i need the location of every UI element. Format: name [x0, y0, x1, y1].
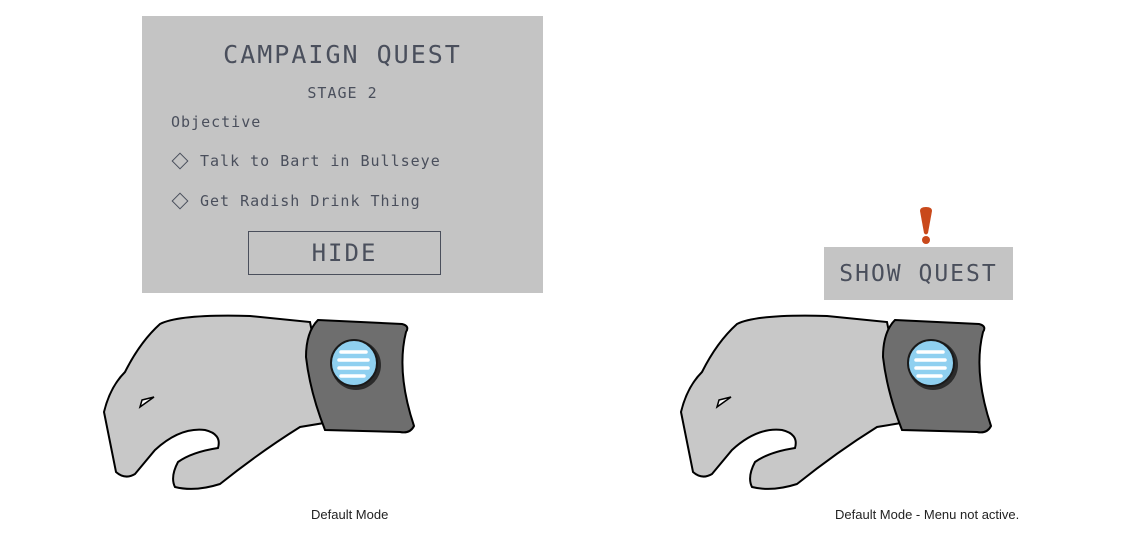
caption-menu-not-active: Default Mode - Menu not active. [835, 507, 1020, 522]
quest-title: CAMPAIGN QUEST [223, 40, 462, 69]
objective-text: Get Radish Drink Thing [200, 192, 421, 210]
caption-default-mode: Default Mode [311, 507, 389, 522]
glove-hand [679, 314, 993, 490]
objective-label: Objective [171, 113, 262, 131]
glove-hand [102, 314, 416, 490]
quest-stage: STAGE 2 [307, 84, 378, 102]
glove-body [102, 314, 332, 490]
hide-button[interactable]: HIDE [248, 231, 441, 275]
exclamation-icon [920, 207, 932, 244]
objective-item: Talk to Bart in Bullseye [171, 152, 441, 170]
wrist-menu-button[interactable] [330, 339, 381, 390]
wrist-menu-button[interactable] [907, 339, 958, 390]
objective-item: Get Radish Drink Thing [171, 192, 421, 210]
diamond-outline-icon [171, 192, 189, 210]
show-quest-button[interactable]: SHOW QUEST [824, 247, 1013, 300]
diamond-outline-icon [171, 152, 189, 170]
quest-panel: CAMPAIGN QUEST STAGE 2 Objective Talk to… [142, 16, 543, 293]
objective-text: Talk to Bart in Bullseye [200, 152, 441, 170]
glove-body [679, 314, 909, 490]
